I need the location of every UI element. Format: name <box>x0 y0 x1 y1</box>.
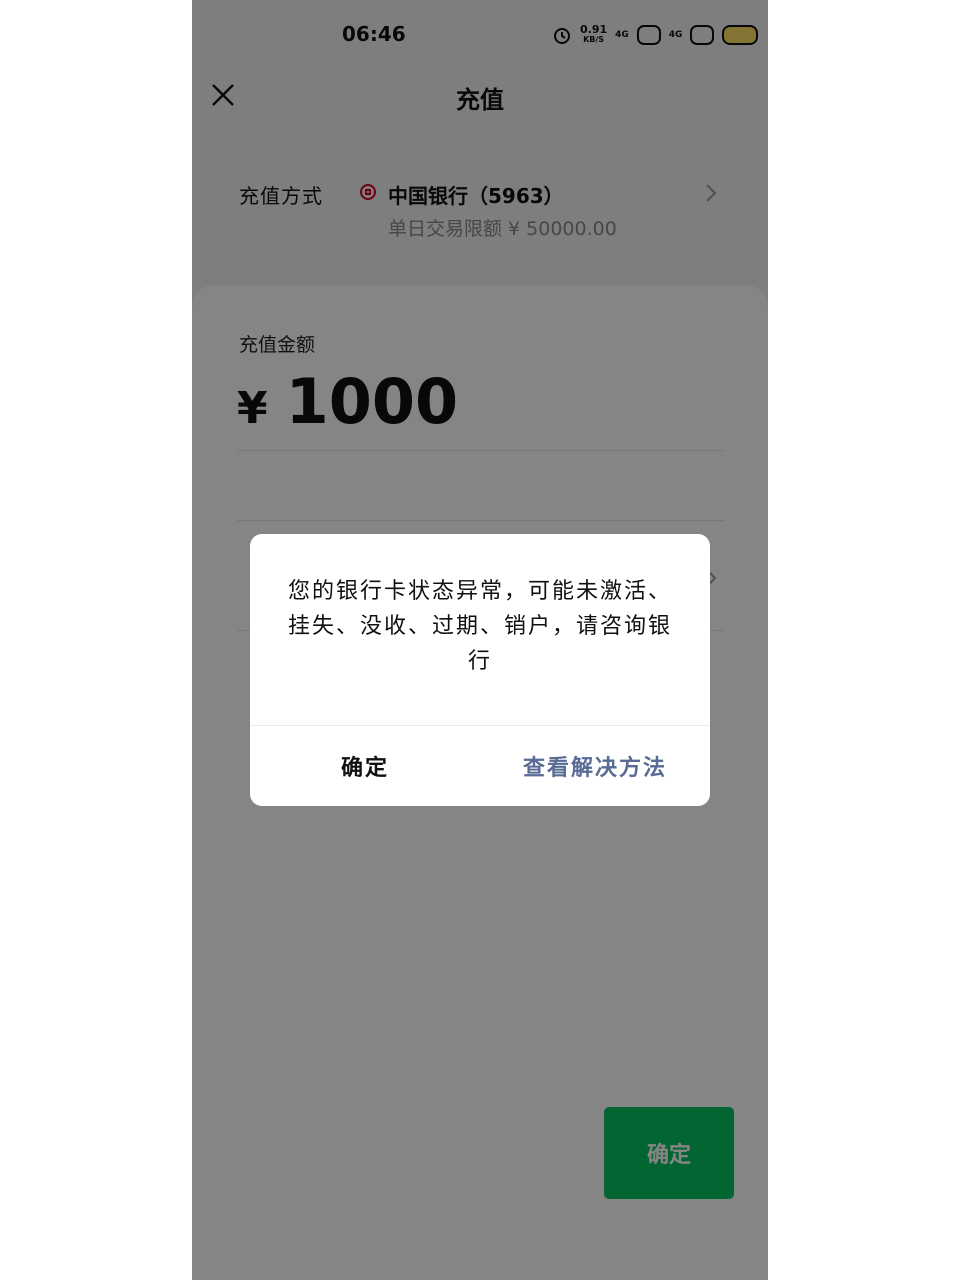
phone-screen: 06:46 0.91 KB/S 4G 4G 充值 充值方式 中国银行（5963）… <box>192 0 768 1280</box>
dialog-confirm-button[interactable]: 确定 <box>250 726 480 806</box>
dialog-message: 您的银行卡状态异常，可能未激活、挂失、没收、过期、销户，请咨询银行 <box>287 579 672 674</box>
view-solution-button[interactable]: 查看解决方法 <box>480 726 710 806</box>
error-dialog: 您的银行卡状态异常，可能未激活、挂失、没收、过期、销户，请咨询银行 确定 查看解… <box>250 534 710 806</box>
dialog-actions: 确定 查看解决方法 <box>250 726 710 806</box>
